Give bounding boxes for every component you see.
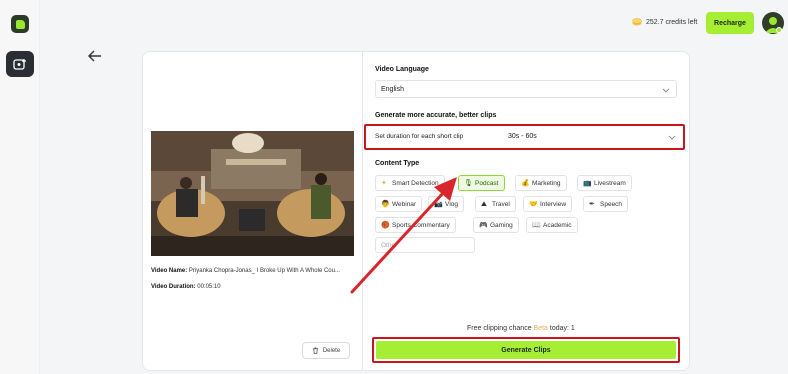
chip-label: Gaming bbox=[490, 221, 513, 229]
generate-clips-button[interactable]: Generate Clips bbox=[376, 341, 676, 359]
chip-label: Webinar bbox=[392, 200, 417, 208]
card-divider bbox=[362, 51, 363, 371]
duration-select-value: 30s - 60s bbox=[508, 133, 537, 140]
avatar-status-badge bbox=[776, 27, 782, 33]
other-placeholder: Other bbox=[381, 241, 398, 249]
clip-nav-icon[interactable] bbox=[6, 51, 34, 77]
language-select[interactable]: English bbox=[375, 80, 677, 98]
content-type-other-input[interactable]: Other bbox=[375, 237, 475, 253]
chip-label: Interview bbox=[540, 200, 567, 208]
content-type-vlog[interactable]: 📷 Vlog bbox=[428, 196, 465, 212]
video-name-row: Video Name: Priyanka Chopra-Jonas_ I Bro… bbox=[151, 268, 340, 274]
tv-icon: 📺 bbox=[583, 179, 592, 187]
trash-icon bbox=[312, 347, 318, 354]
credits-text: 252.7 credits left bbox=[646, 18, 698, 26]
chance-suffix: today: 1 bbox=[549, 325, 575, 332]
handshake-icon: 🤝 bbox=[529, 200, 538, 208]
camera-icon: 📷 bbox=[434, 200, 443, 208]
accuracy-label: Generate more accurate, better clips bbox=[375, 112, 497, 119]
content-type-smart-detection[interactable]: ✦ Smart Detection bbox=[375, 175, 445, 191]
duration-label: Set duration for each short clip bbox=[375, 133, 464, 140]
language-select-value: English bbox=[381, 86, 404, 93]
chip-label: Travel bbox=[492, 200, 510, 208]
beta-badge: Beta bbox=[533, 325, 548, 332]
pen-icon: ✒ bbox=[589, 200, 595, 208]
chip-label: Marketing bbox=[532, 179, 561, 187]
chip-label: Sports Commentary bbox=[392, 221, 450, 229]
video-name-label: Video Name: bbox=[151, 268, 188, 274]
sidebar bbox=[0, 0, 40, 374]
ball-icon: 🏀 bbox=[381, 221, 390, 229]
chevron-down-icon bbox=[668, 135, 676, 140]
delete-button[interactable]: Delete bbox=[302, 342, 350, 359]
chip-label: Smart Detection bbox=[392, 179, 439, 187]
gamepad-icon: 🎮 bbox=[479, 221, 488, 229]
bag-icon: 💰 bbox=[521, 179, 530, 187]
chance-prefix: Free clipping chance bbox=[467, 325, 532, 332]
book-icon: 📖 bbox=[532, 221, 541, 229]
content-type-gaming[interactable]: 🎮 Gaming bbox=[473, 217, 519, 233]
content-type-marketing[interactable]: 💰 Marketing bbox=[515, 175, 567, 191]
app-logo[interactable] bbox=[11, 15, 29, 33]
video-language-label: Video Language bbox=[375, 66, 429, 73]
duration-select[interactable]: 30s - 60s bbox=[502, 127, 682, 147]
video-thumbnail[interactable] bbox=[151, 131, 354, 256]
coin-icon bbox=[632, 18, 642, 26]
video-duration-row: Video Duration: 00:05:10 bbox=[151, 284, 221, 290]
delete-label: Delete bbox=[322, 347, 341, 354]
video-duration-value: 00:05:10 bbox=[197, 284, 221, 290]
microphone-icon: 🎙 bbox=[464, 179, 473, 187]
back-arrow-icon[interactable] bbox=[87, 49, 103, 63]
chip-label: Vlog bbox=[445, 200, 459, 208]
chip-label: Livestream bbox=[594, 179, 626, 187]
person-icon: 👨 bbox=[381, 200, 390, 208]
content-type-travel[interactable]: ⛰ Travel bbox=[475, 196, 516, 212]
sparkle-icon: ✦ bbox=[381, 179, 387, 187]
mountain-icon: ⛰ bbox=[481, 200, 487, 208]
content-type-webinar[interactable]: 👨 Webinar bbox=[375, 196, 423, 212]
content-type-livestream[interactable]: 📺 Livestream bbox=[577, 175, 632, 191]
recharge-button[interactable]: Recharge bbox=[706, 12, 754, 34]
content-type-podcast[interactable]: 🎙 Podcast bbox=[458, 175, 505, 191]
video-name-value: Priyanka Chopra-Jonas_ I Broke Up With A… bbox=[188, 268, 340, 274]
chevron-down-icon bbox=[662, 88, 670, 93]
video-duration-label: Video Duration: bbox=[151, 284, 196, 290]
content-type-interview[interactable]: 🤝 Interview bbox=[523, 196, 573, 212]
chip-label: Speech bbox=[600, 200, 623, 208]
content-type-sports-commentary[interactable]: 🏀 Sports Commentary bbox=[375, 217, 456, 233]
chip-label: Academic bbox=[543, 221, 572, 229]
free-clipping-chance: Free clipping chance Beta today: 1 bbox=[467, 325, 575, 332]
chip-label: Podcast bbox=[475, 179, 499, 187]
content-type-speech[interactable]: ✒ Speech bbox=[583, 196, 629, 212]
content-type-academic[interactable]: 📖 Academic bbox=[526, 217, 578, 233]
content-type-label: Content Type bbox=[375, 160, 420, 167]
credits-display: 252.7 credits left bbox=[632, 18, 697, 26]
